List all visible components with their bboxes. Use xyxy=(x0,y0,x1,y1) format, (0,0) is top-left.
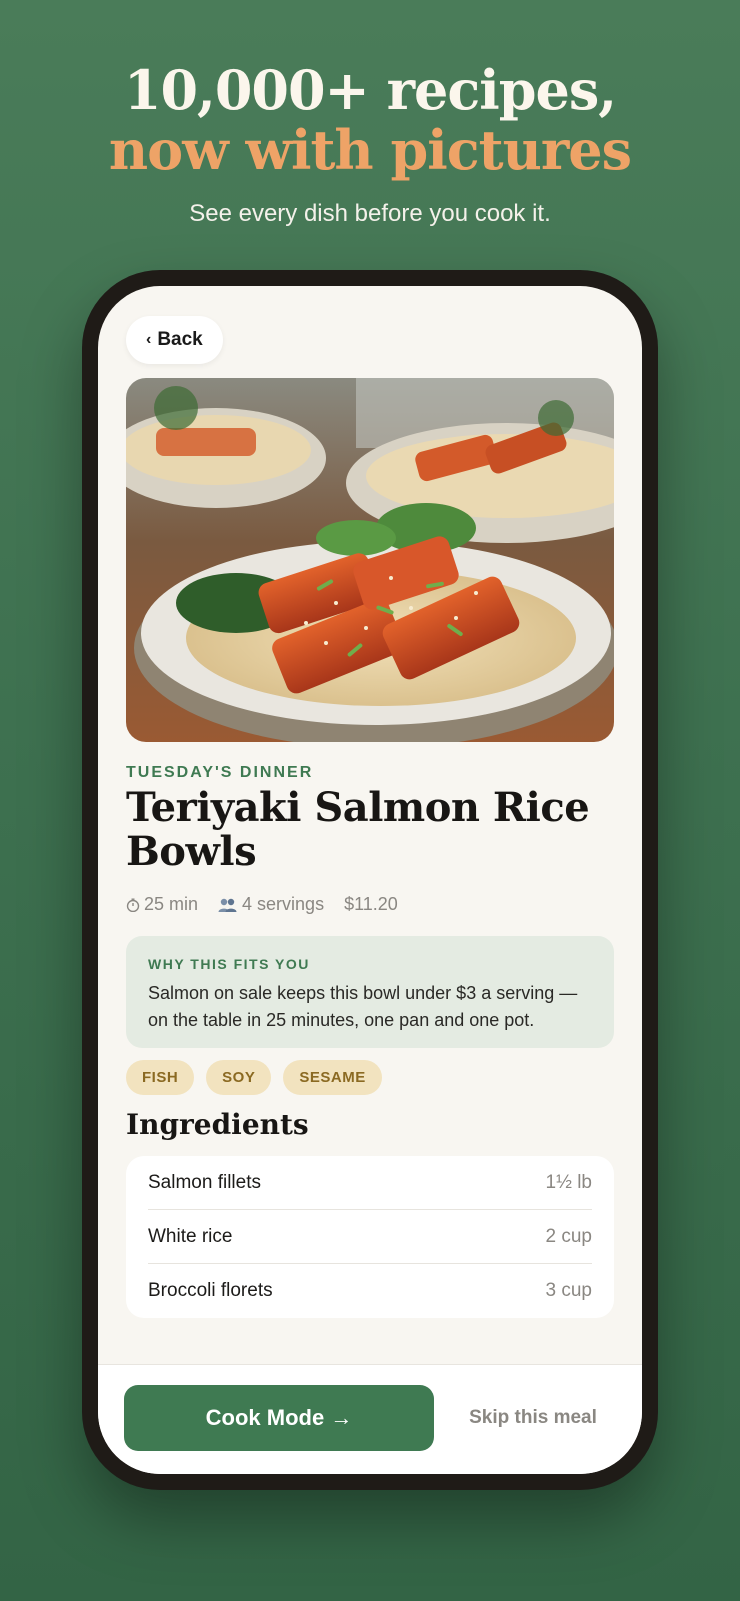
recipe-hero-image xyxy=(126,378,614,742)
headline-line-2: now with pictures xyxy=(108,118,632,182)
recipe-eyebrow: TUESDAY'S DINNER xyxy=(126,764,314,781)
skip-meal-button[interactable]: Skip this meal xyxy=(448,1385,618,1451)
ingredient-name: White rice xyxy=(148,1225,233,1247)
chevron-left-icon: ‹ xyxy=(146,331,152,348)
recipe-title: Teriyaki Salmon Rice Bowls xyxy=(126,784,590,875)
list-item: White rice 2 cup xyxy=(148,1210,592,1264)
allergen-tags: FISH SOY SESAME xyxy=(126,1060,382,1095)
back-button[interactable]: ‹ Back xyxy=(126,316,223,364)
list-item: Broccoli florets 3 cup xyxy=(148,1264,592,1317)
action-footer: Cook Mode → Skip this meal xyxy=(98,1364,642,1474)
ingredient-name: Salmon fillets xyxy=(148,1171,261,1193)
servings-value: 4 servings xyxy=(242,894,325,914)
ingredients-heading: Ingredients xyxy=(126,1108,309,1141)
phone-frame: ‹ Back TUESDAY'S DINNER Teriyaki Salmon … xyxy=(82,270,658,1490)
ingredient-qty: 1½ lb xyxy=(545,1171,592,1193)
ingredients-list: Salmon fillets 1½ lb White rice 2 cup Br… xyxy=(126,1156,614,1318)
why-fits-label: WHY THIS FITS YOU xyxy=(148,956,310,972)
recipe-meta: 25 min 4 servings $11.20 xyxy=(126,894,398,915)
ingredient-qty: 2 cup xyxy=(545,1225,592,1247)
promo-headline: 10,000+ recipes, now with pictures xyxy=(0,60,740,180)
tag-soy: SOY xyxy=(206,1060,272,1095)
promo-subhead: See every dish before you cook it. xyxy=(189,200,551,227)
phone-screen: ‹ Back TUESDAY'S DINNER Teriyaki Salmon … xyxy=(98,286,642,1474)
why-fits-text: Salmon on sale keeps this bowl under $3 … xyxy=(148,983,578,1030)
time-value: 25 min xyxy=(144,894,199,914)
ingredient-qty: 3 cup xyxy=(545,1279,592,1301)
people-icon xyxy=(218,898,237,912)
time-meta: 25 min xyxy=(126,894,198,915)
why-fits-card: WHY THIS FITS YOU Salmon on sale keeps t… xyxy=(126,936,614,1048)
salmon-bowl-photo xyxy=(126,378,614,742)
tag-sesame: SESAME xyxy=(283,1060,382,1095)
headline-line-1: 10,000+ recipes, xyxy=(123,58,617,122)
list-item: Salmon fillets 1½ lb xyxy=(148,1156,592,1210)
back-label: Back xyxy=(157,329,203,350)
timer-icon xyxy=(126,898,140,912)
ingredient-name: Broccoli florets xyxy=(148,1279,273,1301)
cook-mode-button[interactable]: Cook Mode → xyxy=(124,1385,434,1451)
tag-fish: FISH xyxy=(126,1060,195,1095)
cost-value: $11.20 xyxy=(344,894,398,914)
servings-meta: 4 servings xyxy=(218,894,324,915)
